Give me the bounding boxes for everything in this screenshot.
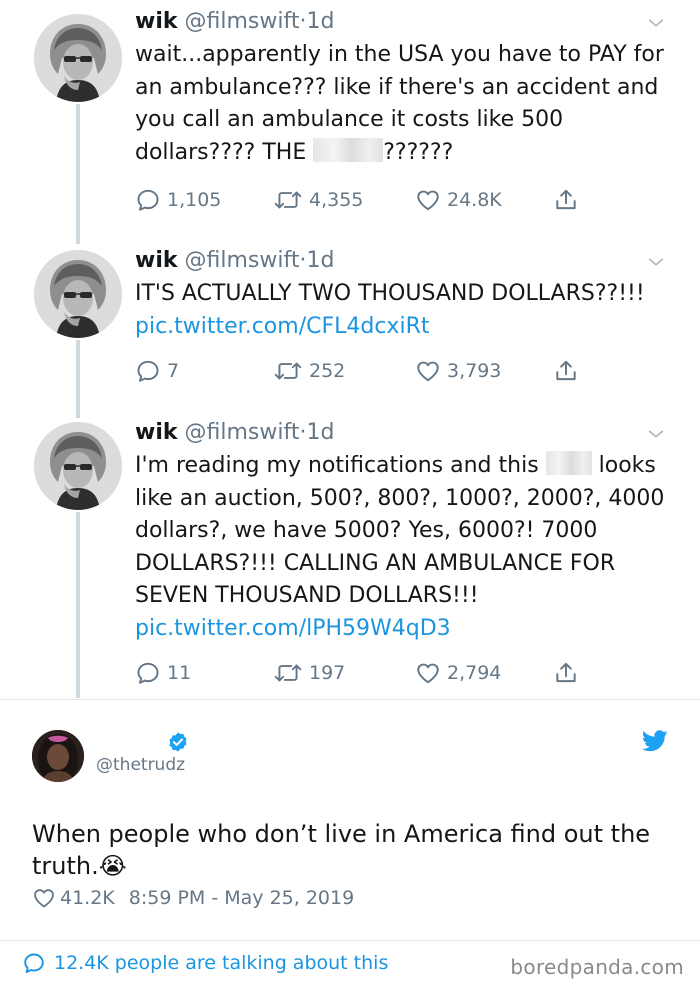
conversation-link[interactable]: 12.4K people are talking about this (22, 951, 388, 975)
verified-badge-icon (169, 732, 187, 752)
thread-connector (76, 104, 80, 244)
retweet-count: 197 (309, 662, 346, 684)
chevron-down-icon[interactable] (645, 12, 667, 34)
like-icon (415, 187, 441, 213)
share-icon (553, 187, 579, 213)
user-handle[interactable]: @filmswift (185, 9, 300, 34)
user-handle[interactable]: @filmswift (185, 420, 300, 445)
tweet-content: wik @filmswift·1d wait...apparently in t… (135, 8, 675, 169)
reply-icon (135, 660, 161, 686)
tweet-media-link[interactable]: pic.twitter.com/CFL4dcxiRt (135, 314, 429, 339)
retweet-button[interactable]: 252 (273, 356, 345, 386)
avatar[interactable] (34, 422, 122, 510)
like-count: 3,793 (447, 360, 502, 382)
user-handle[interactable]: @thetrudz (96, 755, 185, 775)
like-count: 2,794 (447, 662, 502, 684)
retweet-count: 252 (309, 360, 346, 382)
tweet-actions: 7 252 3,793 (135, 356, 595, 386)
redaction-blur (313, 137, 384, 162)
like-icon (415, 660, 441, 686)
tweet-thread: wik @filmswift·1d wait...apparently in t… (0, 0, 700, 700)
chat-bubble-icon (24, 953, 44, 973)
reply-icon (135, 187, 161, 213)
chevron-down-icon[interactable] (645, 251, 667, 273)
redaction-blur (545, 451, 592, 475)
thread-connector (76, 340, 80, 418)
like-count: 24.8K (447, 189, 502, 211)
tweet-actions: 1,105 4,355 24.8K (135, 185, 595, 215)
tweet-media-link[interactable]: pic.twitter.com/lPH59W4qD3 (135, 616, 451, 641)
tweet-header: wik @filmswift·1d (135, 8, 675, 36)
tweet-time[interactable]: 1d (306, 420, 334, 445)
embedded-tweet-meta: 41.2K 8:59 PM - May 25, 2019 (32, 886, 354, 910)
tweet-text: IT'S ACTUALLY TWO THOUSAND DOLLARS??!!! … (135, 278, 675, 343)
user-handle[interactable]: @filmswift (185, 248, 300, 273)
share-button[interactable] (553, 185, 585, 215)
like-button[interactable]: 2,794 (415, 658, 501, 688)
like-icon (415, 358, 441, 384)
crying-emoji: 😭 (98, 852, 127, 880)
reply-count: 1,105 (167, 189, 222, 211)
tweet-header: wik @filmswift·1d (135, 419, 675, 447)
retweet-icon (273, 660, 303, 686)
share-button[interactable] (553, 658, 585, 688)
like-count: 41.2K (60, 887, 115, 909)
reply-button[interactable]: 1,105 (135, 185, 221, 215)
embedded-tweet[interactable]: @thetrudz When people who don’t live in … (0, 700, 700, 989)
tweet-text-part: IT'S ACTUALLY TWO THOUSAND DOLLARS??!!! (135, 281, 645, 306)
chevron-down-icon[interactable] (645, 423, 667, 445)
like-button[interactable]: 24.8K (415, 185, 502, 215)
tweet-text-part: I'm reading my notifications and this (135, 453, 546, 478)
display-name[interactable]: wik (135, 420, 178, 445)
tweet-timestamp[interactable]: 8:59 PM - May 25, 2019 (129, 887, 354, 909)
share-button[interactable] (553, 356, 585, 386)
tweet-text: I'm reading my notifications and this lo… (135, 450, 675, 645)
divider (0, 940, 700, 941)
tweet-content: wik @filmswift·1d IT'S ACTUALLY TWO THOU… (135, 247, 675, 343)
reply-button[interactable]: 7 (135, 356, 179, 386)
like-icon[interactable] (32, 886, 56, 910)
avatar[interactable] (32, 730, 84, 782)
tweet-header: wik @filmswift·1d (135, 247, 675, 275)
retweet-button[interactable]: 197 (273, 658, 345, 688)
reply-icon (135, 358, 161, 384)
tweet-text-part: ?????? (383, 139, 454, 165)
tweet-text: wait...apparently in the USA you have to… (135, 39, 675, 169)
avatar[interactable] (34, 250, 122, 338)
reply-count: 7 (167, 360, 180, 382)
reply-button[interactable]: 11 (135, 658, 191, 688)
retweet-icon (273, 187, 303, 213)
display-name[interactable]: wik (135, 9, 178, 34)
embedded-tweet-text: When people who don’t live in America fi… (32, 818, 672, 882)
conversation-count-text: 12.4K people are talking about this (54, 952, 389, 974)
avatar[interactable] (34, 14, 122, 102)
watermark: boredpanda.com (510, 955, 684, 979)
retweet-button[interactable]: 4,355 (273, 185, 363, 215)
tweet-time[interactable]: 1d (306, 9, 334, 34)
tweet-content: wik @filmswift·1d I'm reading my notific… (135, 419, 675, 645)
reply-count: 11 (167, 662, 192, 684)
share-icon (553, 358, 579, 384)
display-name[interactable]: wik (135, 248, 178, 273)
tweet-time[interactable]: 1d (306, 248, 334, 273)
retweet-icon (273, 358, 303, 384)
twitter-bird-icon[interactable] (642, 730, 668, 752)
tweet-actions: 11 197 2,794 (135, 658, 595, 688)
thread-connector (76, 512, 80, 698)
retweet-count: 4,355 (309, 189, 364, 211)
like-button[interactable]: 3,793 (415, 356, 501, 386)
share-icon (553, 660, 579, 686)
